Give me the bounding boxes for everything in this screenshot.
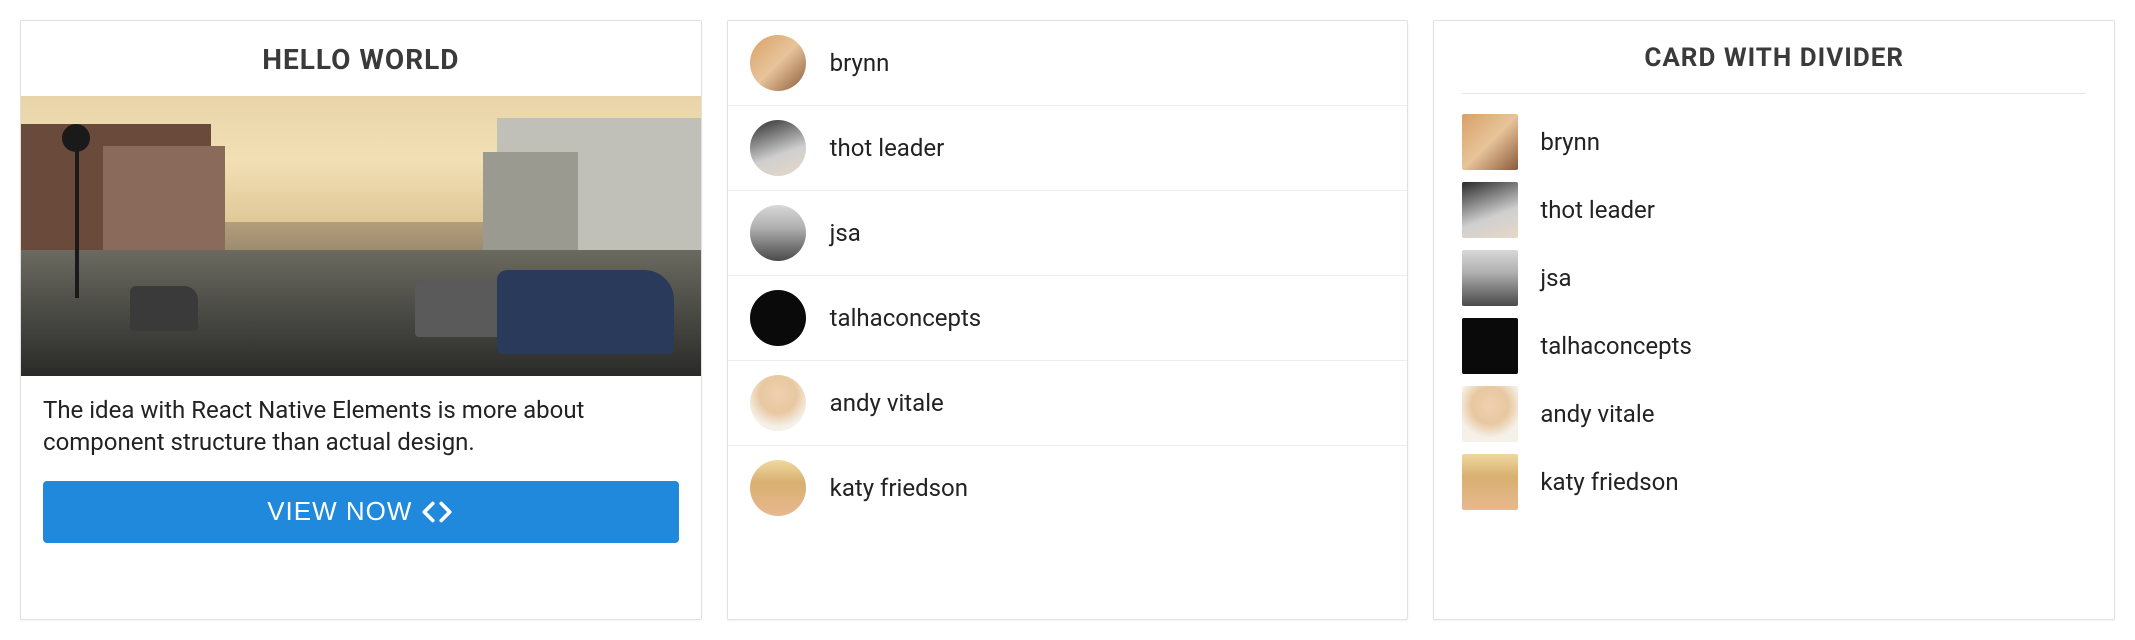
card-user-list: brynn thot leader jsa talhaconcepts andy vit… [727,20,1409,620]
avatar [1462,454,1518,510]
list-item[interactable]: thot leader [728,106,1408,191]
user-name: andy vitale [830,389,944,417]
user-name: andy vitale [1540,400,1654,428]
card-body-text: The idea with React Native Elements is m… [21,376,701,473]
list-item[interactable]: andy vitale [1462,386,2086,442]
avatar [750,460,806,516]
avatar [750,120,806,176]
view-now-button[interactable]: VIEW NOW [43,481,679,543]
avatar [1462,250,1518,306]
list-item[interactable]: thot leader [1462,182,2086,238]
user-name: katy friedson [830,474,968,502]
list-item[interactable]: katy friedson [728,446,1408,530]
list-item[interactable]: talhaconcepts [728,276,1408,361]
button-label: VIEW NOW [267,496,412,527]
user-name: brynn [1540,128,1600,156]
card-title: HELLO WORLD [21,21,701,96]
user-name: jsa [1540,264,1571,292]
user-name: talhaconcepts [830,304,982,332]
list-item[interactable]: brynn [728,21,1408,106]
card-title: CARD WITH DIVIDER [1462,43,2086,94]
card-with-divider: CARD WITH DIVIDER brynn thot leader jsa tal… [1433,20,2115,620]
avatar [750,375,806,431]
avatar [750,35,806,91]
list-item[interactable]: talhaconcepts [1462,318,2086,374]
avatar [1462,318,1518,374]
avatar [1462,182,1518,238]
card-hello-world: HELLO WORLD The idea with React Native E… [20,20,702,620]
avatar [750,205,806,261]
user-name: thot leader [830,134,945,162]
list-item[interactable]: brynn [1462,114,2086,170]
card-image [21,96,701,376]
user-name: talhaconcepts [1540,332,1692,360]
avatar [1462,114,1518,170]
list-item[interactable]: jsa [1462,250,2086,306]
list-item[interactable]: jsa [728,191,1408,276]
list-item[interactable]: andy vitale [728,361,1408,446]
avatar [1462,386,1518,442]
code-icon [420,499,454,525]
user-name: brynn [830,49,890,77]
avatar [750,290,806,346]
user-name: thot leader [1540,196,1655,224]
user-name: katy friedson [1540,468,1678,496]
user-name: jsa [830,219,861,247]
list-item[interactable]: katy friedson [1462,454,2086,510]
